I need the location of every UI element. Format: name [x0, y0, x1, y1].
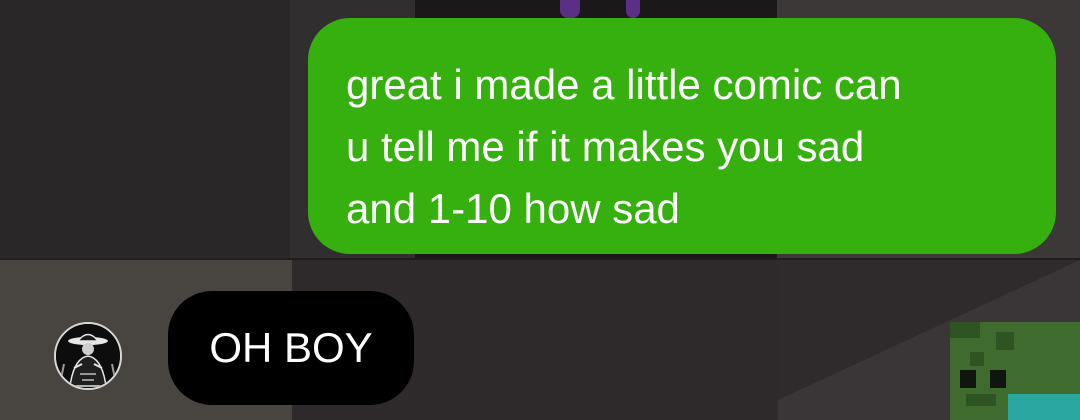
message-text-line: and 1-10 how sad	[346, 185, 680, 232]
profile-avatar-icon[interactable]	[54, 322, 122, 390]
wallpaper-divider	[0, 258, 1080, 260]
wallpaper-mob-head	[950, 322, 1080, 420]
message-text-line: great i made a little comic can	[346, 61, 902, 108]
incoming-message-bubble[interactable]: OH BOY	[168, 291, 414, 405]
message-text: OH BOY	[209, 324, 373, 371]
avatar-figure-icon	[56, 324, 120, 388]
wallpaper-tile	[0, 0, 290, 260]
message-text-line: u tell me if it makes you sad	[346, 123, 865, 170]
outgoing-message-bubble[interactable]: great i made a little comic can u tell m…	[308, 18, 1056, 254]
wallpaper-character-leg	[560, 0, 580, 18]
wallpaper-character-leg	[626, 0, 640, 18]
